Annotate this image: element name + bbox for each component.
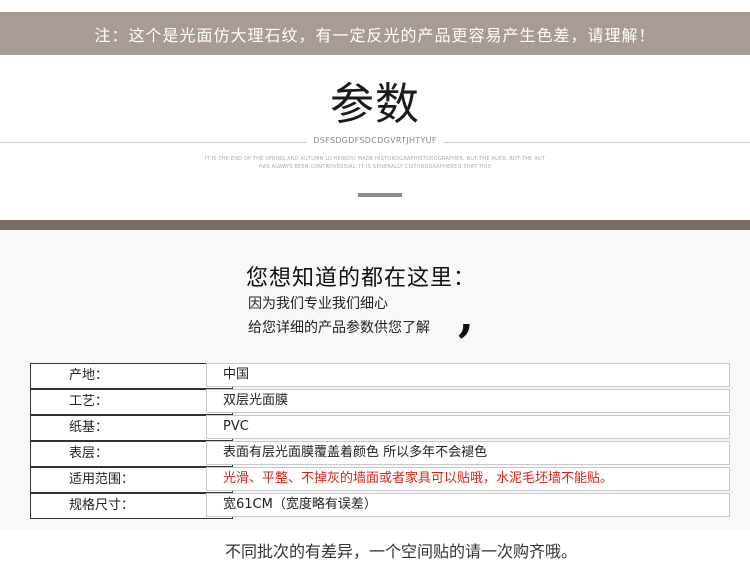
spec-row-origin: 产地： 中国 xyxy=(30,363,730,389)
params-title: 参数 xyxy=(330,79,420,130)
params-subtitle: DSFSDGDFSDCDGVRTJHTYUF xyxy=(0,136,750,145)
footer-text: 不同批次的有差异，一个空间贴的请一次购齐哦。 xyxy=(225,542,578,561)
params-header: 参数 DSFSDGDFSDCDGVRTJHTYUF IT IS THE END … xyxy=(0,55,750,220)
spec-label: 适用范围： xyxy=(30,467,233,493)
intro-line-2: 给您详细的产品参数供您了解 xyxy=(248,320,430,336)
spec-value: 宽61CM（宽度略有误差） xyxy=(206,493,730,517)
params-dash-divider xyxy=(358,193,402,197)
spec-row-base: 纸基： PVC xyxy=(30,415,730,441)
spec-label: 表层： xyxy=(30,441,233,467)
footer-note: 不同批次的有差异，一个空间贴的请一次购齐哦。 xyxy=(0,535,750,570)
quote-mark-icon: , xyxy=(458,288,475,342)
notice-banner: 注：这个是光面仿大理石纹，有一定反光的产品更容易产生色差，请理解！ xyxy=(0,12,750,55)
spec-row-scope: 适用范围： 光滑、平整、不掉灰的墙面或者家具可以贴哦，水泥毛坯墙不能贴。 xyxy=(30,467,730,493)
spec-value: 中国 xyxy=(206,363,730,387)
spec-row-craft: 工艺： 双层光面膜 xyxy=(30,389,730,415)
notice-text: 注：这个是光面仿大理石纹，有一定反光的产品更容易产生色差，请理解！ xyxy=(94,25,656,45)
params-desc-line2: HAS ALWAYS BEEN CONTROVERSIAL. IT IS GEN… xyxy=(258,164,492,170)
spec-value: PVC xyxy=(206,415,730,439)
spec-label: 工艺： xyxy=(30,389,233,415)
spec-row-size: 规格尺寸： 宽61CM（宽度略有误差） xyxy=(30,493,730,519)
spec-value: 双层光面膜 xyxy=(206,389,730,413)
spec-label: 规格尺寸： xyxy=(30,493,233,519)
section-band xyxy=(0,220,750,230)
params-desc-line1: IT IS THE END OF THE SPRING AND AUTUMN L… xyxy=(204,156,546,162)
intro-line-1: 因为我们专业我们细心 xyxy=(248,296,388,312)
spec-row-surface: 表层： 表面有层光面膜覆盖着颜色 所以多年不会褪色 xyxy=(30,441,730,467)
spec-value: 光滑、平整、不掉灰的墙面或者家具可以贴哦，水泥毛坯墙不能贴。 xyxy=(206,467,730,491)
spec-value: 表面有层光面膜覆盖着颜色 所以多年不会褪色 xyxy=(206,441,730,465)
spec-label: 产地： xyxy=(30,363,233,389)
intro-heading: 您想知道的都在这里： xyxy=(246,266,477,291)
spec-label: 纸基： xyxy=(30,415,233,441)
